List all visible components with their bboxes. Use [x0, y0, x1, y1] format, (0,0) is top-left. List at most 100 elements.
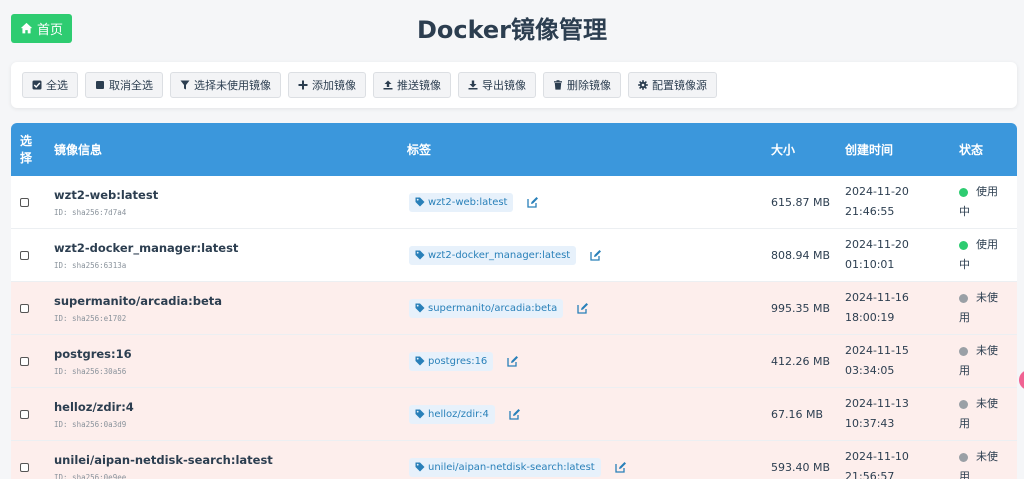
- plus-icon: [298, 80, 308, 90]
- header-select-line2: 择: [19, 150, 32, 165]
- status-text-2: 中: [959, 205, 970, 218]
- table-row: postgres:16 ID: sha256:30a56 postgres:16…: [11, 335, 1017, 388]
- image-size: 412.26 MB: [771, 354, 831, 368]
- header-created: 创建时间: [845, 143, 894, 157]
- created-time: 2024-11-20 21:46:55: [845, 176, 909, 228]
- select-all-label: 全选: [46, 79, 68, 92]
- square-icon: [96, 81, 104, 89]
- header-status: 状态: [959, 143, 984, 157]
- tag-icon: [415, 462, 425, 472]
- table-row: supermanito/arcadia:beta ID: sha256:e170…: [11, 282, 1017, 335]
- edit-icon[interactable]: [577, 302, 589, 314]
- created-clock: 01:10:01: [845, 258, 895, 271]
- header-info: 镜像信息: [54, 143, 103, 157]
- image-info: supermanito/arcadia:beta ID: sha256:e170…: [54, 282, 222, 334]
- created-clock: 18:00:19: [845, 311, 895, 324]
- image-size: 593.40 MB: [771, 460, 831, 474]
- status-text-1: 未使: [976, 291, 998, 304]
- status-dot: [959, 240, 968, 250]
- status-text-2: 用: [959, 470, 970, 479]
- image-name: helloz/zdir:4: [54, 399, 134, 414]
- created-time: 2024-11-16 18:00:19: [845, 282, 909, 334]
- created-time: 2024-11-15 03:34:05: [845, 335, 909, 387]
- edit-icon[interactable]: [615, 461, 627, 473]
- table-body: wzt2-web:latest ID: sha256:7d7a4 wzt2-we…: [11, 176, 1017, 479]
- image-tag[interactable]: wzt2-web:latest: [409, 192, 514, 212]
- floating-handle[interactable]: [1019, 370, 1024, 390]
- edit-icon[interactable]: [590, 249, 602, 261]
- image-size: 808.94 MB: [771, 248, 831, 262]
- status-text-1: 使用: [976, 185, 998, 198]
- status-dot: [959, 187, 968, 197]
- image-id: ID: sha256:e1702: [54, 313, 127, 323]
- trash-icon: [554, 80, 562, 90]
- header-select: 选 择: [19, 123, 33, 176]
- select-unused-button[interactable]: 选择未使用镜像: [170, 72, 281, 98]
- export-image-label: 导出镜像: [482, 79, 526, 92]
- push-image-button[interactable]: 推送镜像: [373, 72, 451, 98]
- image-info: wzt2-docker_manager:latest ID: sha256:63…: [54, 229, 238, 281]
- delete-image-label: 删除镜像: [567, 79, 611, 92]
- created-date: 2024-11-15: [845, 344, 909, 357]
- status-text-1: 未使: [976, 450, 998, 463]
- created-date: 2024-11-13: [845, 397, 909, 410]
- image-size: 615.87 MB: [771, 195, 831, 209]
- edit-icon[interactable]: [509, 408, 521, 420]
- created-clock: 10:37:43: [845, 417, 895, 430]
- export-image-button[interactable]: 导出镜像: [458, 72, 536, 98]
- image-name: wzt2-web:latest: [54, 187, 159, 202]
- filter-icon: [180, 80, 190, 90]
- upload-icon: [383, 80, 393, 90]
- push-image-label: 推送镜像: [397, 79, 441, 92]
- row-checkbox[interactable]: [20, 176, 29, 228]
- table-row: wzt2-web:latest ID: sha256:7d7a4 wzt2-we…: [11, 176, 1017, 229]
- image-tag[interactable]: supermanito/arcadia:beta: [409, 298, 564, 318]
- status-dot: [959, 452, 968, 462]
- delete-image-button[interactable]: 删除镜像: [543, 72, 621, 98]
- image-status: 未使 用: [959, 388, 1011, 440]
- row-checkbox[interactable]: [20, 441, 29, 479]
- image-id: ID: sha256:0a3d9: [54, 419, 127, 429]
- tag-cell: supermanito/arcadia:beta: [409, 282, 589, 334]
- tag-label: wzt2-web:latest: [428, 196, 508, 208]
- row-checkbox[interactable]: [20, 388, 29, 440]
- image-tag[interactable]: helloz/zdir:4: [409, 404, 495, 424]
- status-text-1: 未使: [976, 344, 998, 357]
- image-status: 未使 用: [959, 441, 1011, 479]
- image-status: 使用 中: [959, 176, 1011, 228]
- created-time: 2024-11-10 21:56:57: [845, 441, 909, 479]
- image-id: ID: sha256:6313a: [54, 260, 127, 270]
- tag-label: wzt2-docker_manager:latest: [428, 249, 571, 261]
- page-title: Docker镜像管理: [416, 16, 608, 44]
- add-image-button[interactable]: 添加镜像: [288, 72, 366, 98]
- created-clock: 21:46:55: [845, 205, 895, 218]
- tag-cell: unilei/aipan-netdisk-search:latest: [409, 441, 627, 479]
- image-name: postgres:16: [54, 346, 132, 361]
- image-table: 选 择 镜像信息 标签 大小 创建时间 状态 wzt2-web:latest I…: [11, 123, 1017, 479]
- image-info: unilei/aipan-netdisk-search:latest ID: s…: [54, 441, 273, 479]
- status-text-2: 中: [959, 258, 970, 271]
- status-text-2: 用: [959, 364, 970, 377]
- image-name: supermanito/arcadia:beta: [54, 293, 223, 308]
- status-text-1: 未使: [976, 397, 998, 410]
- download-icon: [468, 80, 478, 90]
- select-all-button[interactable]: 全选: [22, 72, 78, 98]
- image-tag[interactable]: postgres:16: [409, 351, 494, 371]
- row-checkbox[interactable]: [20, 335, 29, 387]
- tag-cell: helloz/zdir:4: [409, 388, 521, 440]
- image-id: ID: sha256:30a56: [54, 366, 127, 376]
- row-checkbox[interactable]: [20, 229, 29, 281]
- image-tag[interactable]: unilei/aipan-netdisk-search:latest: [409, 457, 601, 477]
- created-time: 2024-11-20 01:10:01: [845, 229, 909, 281]
- image-id: ID: sha256:0e9ee: [54, 472, 127, 479]
- toolbar: 全选 取消全选 选择未使用镜像 添加镜像 推送镜像 导出镜像 删除镜像 配置镜像…: [11, 62, 1017, 108]
- config-source-button[interactable]: 配置镜像源: [628, 72, 717, 98]
- image-name: unilei/aipan-netdisk-search:latest: [54, 452, 273, 467]
- deselect-all-button[interactable]: 取消全选: [85, 72, 163, 98]
- status-dot: [959, 293, 968, 303]
- table-row: unilei/aipan-netdisk-search:latest ID: s…: [11, 441, 1017, 479]
- edit-icon[interactable]: [527, 196, 539, 208]
- image-tag[interactable]: wzt2-docker_manager:latest: [409, 245, 577, 265]
- edit-icon[interactable]: [507, 355, 519, 367]
- row-checkbox[interactable]: [20, 282, 29, 334]
